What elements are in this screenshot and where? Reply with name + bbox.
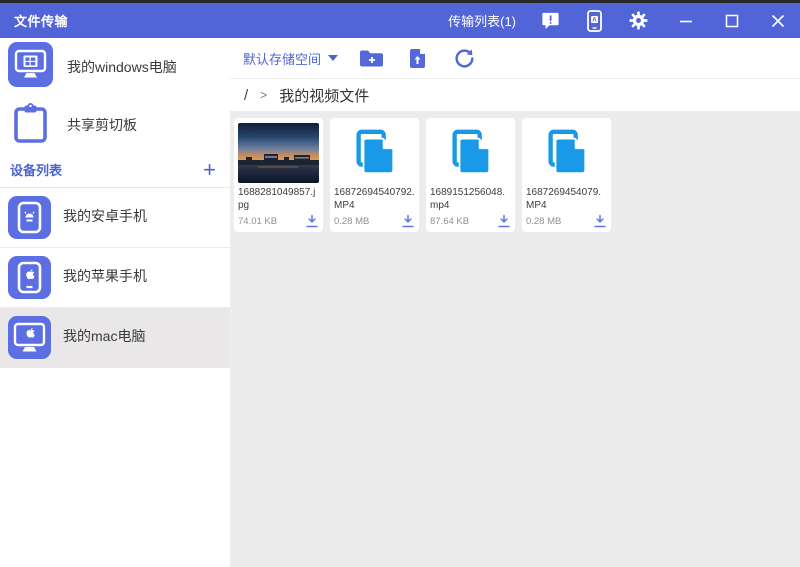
file-size: 0.28 MB <box>526 215 562 227</box>
sidebar-item-my-windows-pc[interactable]: 我的windows电脑 <box>0 38 230 96</box>
video-file-icon <box>526 123 607 183</box>
apple-phone-icon <box>8 256 51 304</box>
app-title: 文件传输 <box>14 14 69 29</box>
add-device-button[interactable]: + <box>203 158 216 180</box>
breadcrumb-separator: > <box>260 88 268 102</box>
app-body: 我的windows电脑 共享剪切板 设备列表 + 我的安卓手机 我的苹果手机 我… <box>0 38 800 567</box>
download-icon[interactable] <box>305 214 319 228</box>
phone-mirror-icon[interactable]: A <box>584 9 604 32</box>
breadcrumb: / > 我的视频文件 <box>230 78 800 111</box>
device-item-mac-computer[interactable]: 我的mac电脑 <box>0 308 230 368</box>
main-panel: 默认存储空间 / > 我的视频文件 1688281049857.jpg 74.0… <box>230 38 800 567</box>
storage-space-label: 默认存储空间 <box>243 51 322 67</box>
refresh-icon[interactable] <box>450 46 476 70</box>
mac-computer-icon <box>8 316 51 364</box>
new-folder-button[interactable] <box>358 46 384 70</box>
device-item-label: 我的苹果手机 <box>63 268 147 284</box>
file-name: 1689151256048.mp4 <box>430 187 506 211</box>
device-list-title: 设备列表 <box>10 163 63 178</box>
download-icon[interactable] <box>401 214 415 228</box>
minimize-button[interactable] <box>678 13 694 29</box>
maximize-button[interactable] <box>724 13 740 29</box>
file-size: 87.64 KB <box>430 215 470 227</box>
file-card[interactable]: 1688281049857.jpg 74.01 KB <box>234 118 323 232</box>
device-item-apple-phone[interactable]: 我的苹果手机 <box>0 248 230 308</box>
file-grid: 1688281049857.jpg 74.01 KB 1687269454079… <box>234 118 796 232</box>
file-size: 0.28 MB <box>334 215 370 227</box>
file-name: 1687269454079.MP4 <box>526 187 602 211</box>
settings-gear-icon[interactable] <box>628 11 648 31</box>
file-name: 16872694540792.MP4 <box>334 187 415 211</box>
app-window: 文件传输 传输列表(1) A 我的windows电脑 共享剪切板 设备列表 + … <box>0 0 800 567</box>
device-list-header: 设备列表 + <box>0 154 230 188</box>
breadcrumb-root[interactable]: / <box>244 87 248 104</box>
upload-file-button[interactable] <box>404 46 430 70</box>
file-meta: 87.64 KB <box>430 214 511 228</box>
download-icon[interactable] <box>593 214 607 228</box>
windows-pc-icon <box>8 42 53 92</box>
file-size: 74.01 KB <box>238 215 278 227</box>
sidebar-item-shared-clipboard[interactable]: 共享剪切板 <box>0 96 230 154</box>
toolbar: 默认存储空间 <box>230 38 800 78</box>
video-file-icon <box>334 123 415 183</box>
device-item-label: 我的安卓手机 <box>63 208 147 224</box>
feedback-icon[interactable] <box>540 11 560 31</box>
storage-space-selector[interactable]: 默认存储空间 <box>243 49 339 68</box>
transfer-list-button[interactable]: 传输列表(1) <box>448 11 516 30</box>
file-card[interactable]: 1689151256048.mp4 87.64 KB <box>426 118 515 232</box>
download-icon[interactable] <box>497 214 511 228</box>
sidebar: 我的windows电脑 共享剪切板 设备列表 + 我的安卓手机 我的苹果手机 我… <box>0 38 230 567</box>
photo-thumbnail <box>238 123 319 183</box>
sidebar-item-label: 我的windows电脑 <box>67 59 177 75</box>
file-meta: 0.28 MB <box>526 214 607 228</box>
device-item-android-phone[interactable]: 我的安卓手机 <box>0 188 230 248</box>
titlebar: 文件传输 传输列表(1) A <box>0 3 800 38</box>
close-button[interactable] <box>770 13 786 29</box>
phone-icon-letter: A <box>592 16 597 23</box>
file-meta: 74.01 KB <box>238 214 319 228</box>
chevron-down-icon <box>328 55 339 61</box>
sidebar-item-label: 共享剪切板 <box>67 117 137 133</box>
file-card[interactable]: 1687269454079.MP4 0.28 MB <box>522 118 611 232</box>
device-item-label: 我的mac电脑 <box>63 328 146 344</box>
file-name: 1688281049857.jpg <box>238 187 316 211</box>
video-file-icon <box>430 123 511 183</box>
file-meta: 0.28 MB <box>334 214 415 228</box>
breadcrumb-current-folder: 我的视频文件 <box>279 87 370 105</box>
android-phone-icon <box>8 196 51 244</box>
file-browser-content: 1688281049857.jpg 74.01 KB 1687269454079… <box>230 111 800 567</box>
file-card[interactable]: 16872694540792.MP4 0.28 MB <box>330 118 419 232</box>
clipboard-icon <box>8 100 53 150</box>
